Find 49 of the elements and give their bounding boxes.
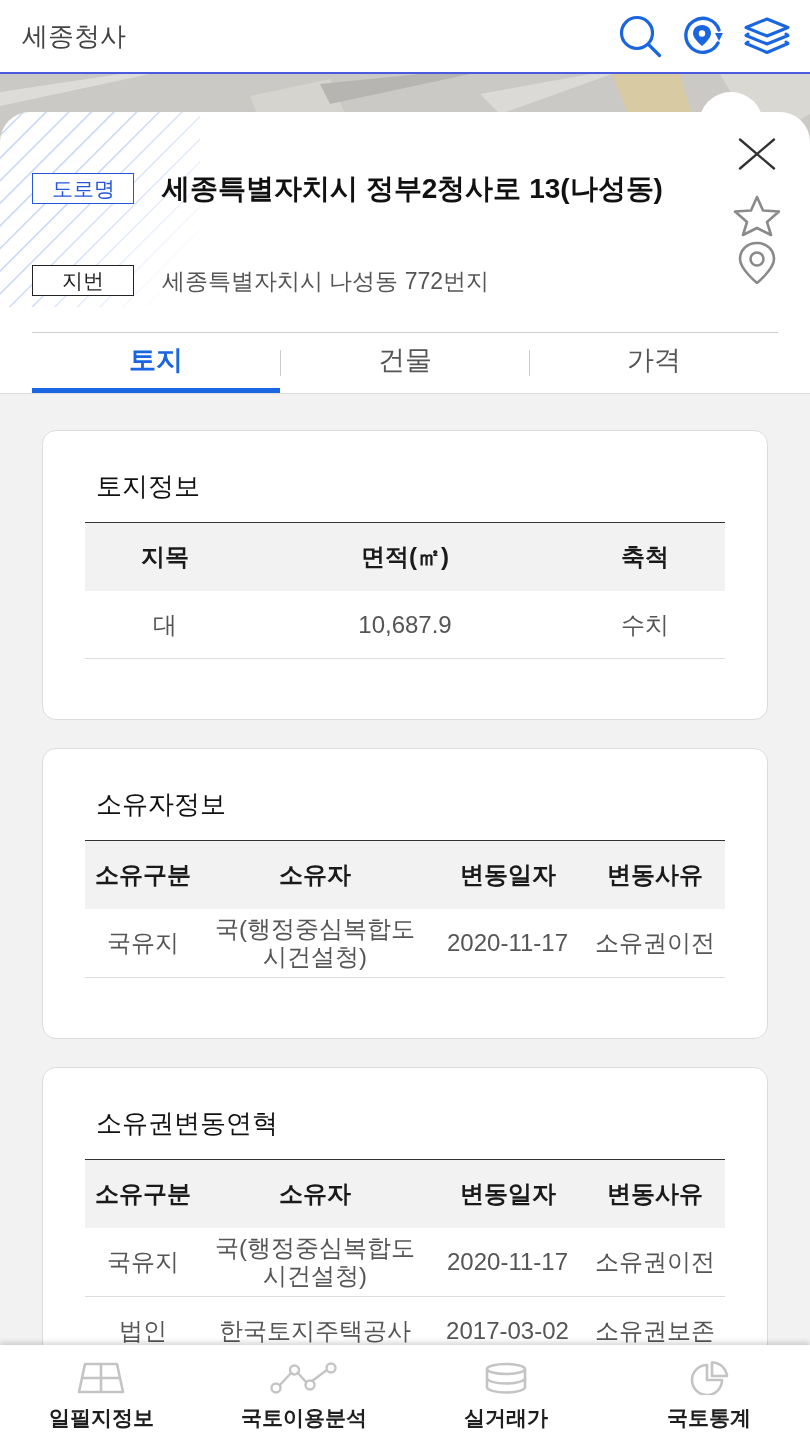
page-title: 세종청사 bbox=[22, 19, 126, 53]
table-cell: 2017-03-02 bbox=[446, 1316, 569, 1345]
table-cell: 법인 bbox=[118, 1316, 167, 1345]
nav-item[interactable]: 일필지정보 bbox=[0, 1345, 203, 1440]
close-icon[interactable] bbox=[737, 138, 777, 170]
table-cell: 국유지 bbox=[106, 1248, 179, 1276]
section-title: 토지정보 bbox=[96, 471, 200, 501]
column-header: 변동사유 bbox=[607, 860, 703, 890]
table-cell: 2020-11-17 bbox=[447, 1248, 568, 1276]
column-header: 축척 bbox=[621, 542, 669, 572]
table-cell: 수치 bbox=[621, 610, 669, 639]
line-chart-icon bbox=[269, 1362, 338, 1394]
column-header: 소유자 bbox=[279, 1179, 351, 1209]
table-cell-text: 국(행정중심복합도시건설청) bbox=[214, 1234, 416, 1290]
column-header: 변동일자 bbox=[459, 860, 556, 890]
map-pin-icon[interactable] bbox=[737, 241, 777, 285]
address-tag: 지번 bbox=[32, 265, 134, 296]
nav-item[interactable]: 실거래가 bbox=[405, 1345, 608, 1440]
nav-item[interactable]: 국토이용분석 bbox=[202, 1345, 405, 1440]
tab[interactable]: 건물 bbox=[281, 333, 529, 393]
section-title: 소유자정보 bbox=[96, 789, 226, 819]
address-tag: 도로명 bbox=[32, 173, 134, 204]
table-cell: 국유지 bbox=[106, 929, 179, 957]
column-header: 소유구분 bbox=[94, 1179, 191, 1209]
column-header: 지목 bbox=[141, 542, 189, 572]
table-cell: 10,687.9 bbox=[358, 610, 452, 639]
table-cell: 대 bbox=[153, 610, 177, 639]
address-text: 세종특별자치시 나성동 772번지 bbox=[162, 266, 490, 296]
layers-icon[interactable] bbox=[744, 17, 790, 55]
section-title: 소유권변동연혁 bbox=[96, 1108, 278, 1138]
pin-refresh-icon[interactable] bbox=[682, 16, 724, 56]
grid-icon bbox=[77, 1362, 126, 1394]
address-text: 세종특별자치시 정부2청사로 13(나성동) bbox=[162, 171, 663, 206]
table-cell: 한국토지주택공사 bbox=[219, 1316, 411, 1345]
column-header: 소유구분 bbox=[94, 860, 191, 890]
tab[interactable]: 가격 bbox=[530, 333, 778, 393]
column-header: 변동사유 bbox=[607, 1179, 703, 1209]
search-icon[interactable] bbox=[618, 14, 662, 58]
database-icon bbox=[484, 1362, 529, 1394]
table-cell-text: 국(행정중심복합도시건설청) bbox=[214, 915, 416, 971]
table-cell: 소유권보존 bbox=[595, 1316, 715, 1345]
table-cell: 소유권이전 bbox=[595, 1248, 715, 1276]
star-icon[interactable] bbox=[732, 195, 782, 237]
table-cell: 2020-11-17 bbox=[447, 929, 568, 957]
column-header: 면적(㎡) bbox=[361, 542, 449, 572]
column-header: 변동일자 bbox=[459, 1179, 556, 1209]
nav-item[interactable]: 국토통계 bbox=[607, 1345, 810, 1440]
column-header: 소유자 bbox=[279, 860, 351, 890]
table-cell: 소유권이전 bbox=[595, 929, 715, 957]
